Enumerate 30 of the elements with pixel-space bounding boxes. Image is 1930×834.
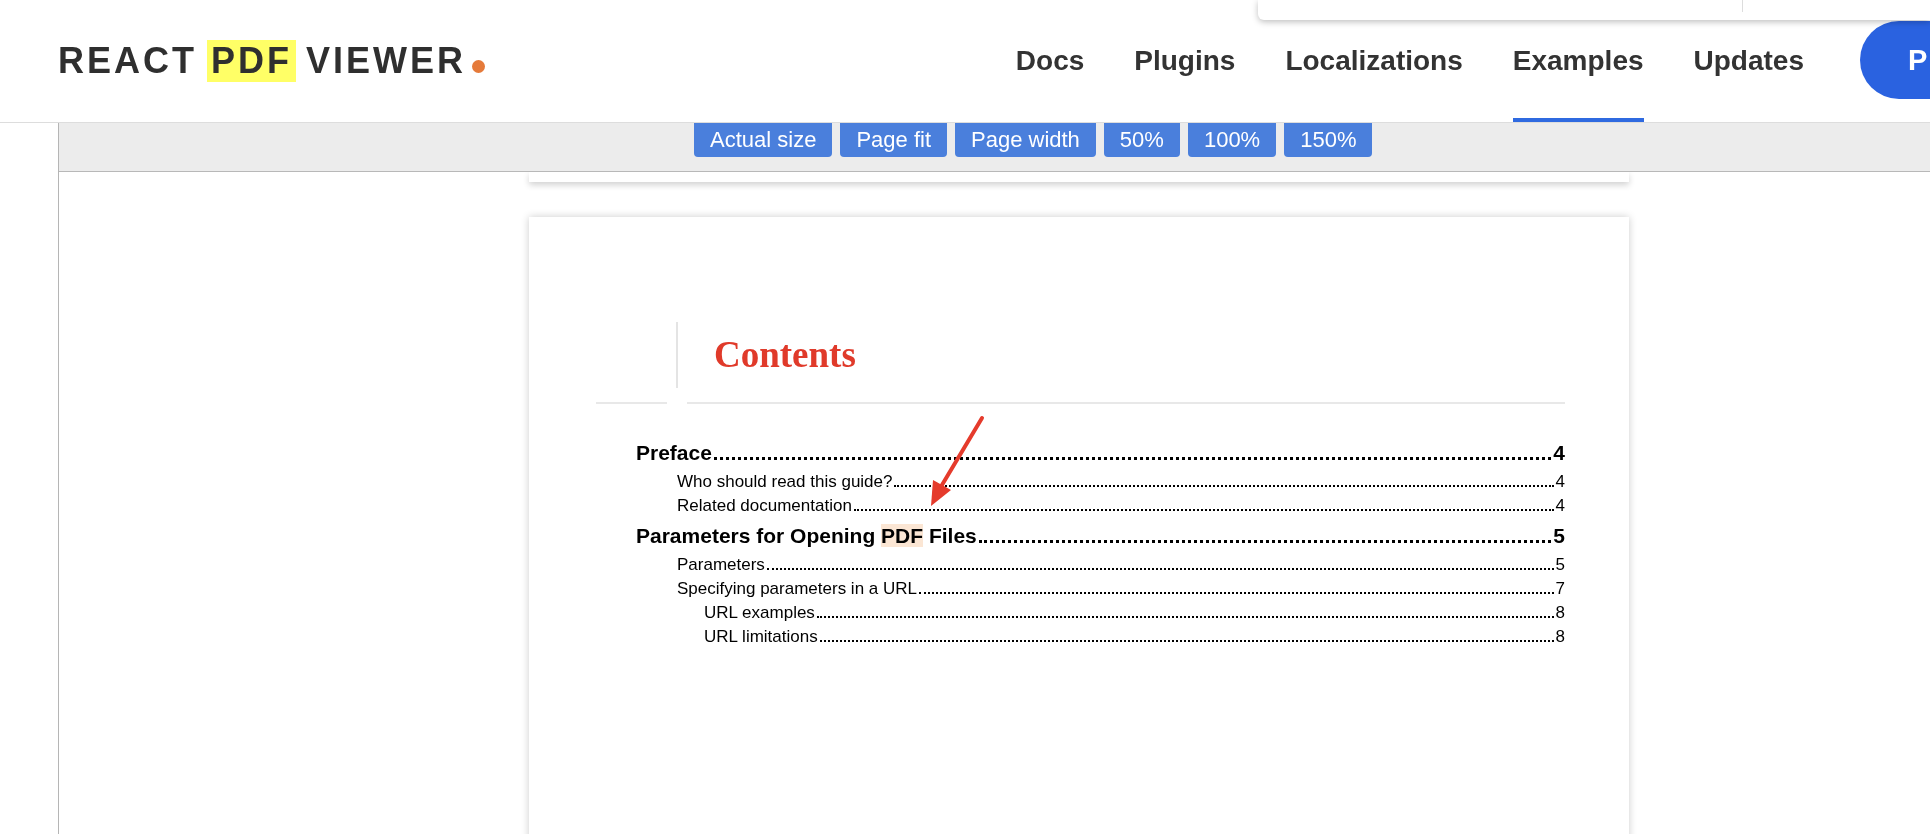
logo-text[interactable]: VIEWER	[306, 40, 466, 82]
toc-page-number: 4	[1555, 472, 1565, 492]
toc-page-number: 8	[1555, 603, 1565, 623]
nav-link[interactable]: Docs	[1015, 0, 1085, 122]
toc-entry-title[interactable]: Parameters	[677, 555, 765, 575]
toc-entry-title[interactable]: Who should read this guide?	[677, 472, 893, 492]
toc-entry-title[interactable]: Related documentation	[677, 496, 852, 516]
zoom-button[interactable]: 100%	[1187, 123, 1277, 157]
toc-entry-title[interactable]: URL limitations	[704, 627, 818, 647]
zoom-button[interactable]: Page fit	[840, 123, 947, 157]
nav-link[interactable]: Plugins	[1134, 0, 1236, 122]
toc-page-number: 5	[1555, 555, 1565, 575]
zoom-button[interactable]: 50%	[1103, 123, 1180, 157]
logo-text[interactable]: REACT	[58, 40, 197, 82]
toc-page-number: 4	[1555, 496, 1565, 516]
header-button[interactable]: P	[1860, 21, 1930, 99]
toc-page-number: 4	[1553, 441, 1565, 465]
toc-page-number: 5	[1553, 524, 1565, 548]
toc-entry-title[interactable]: Specifying parameters in a URL	[677, 579, 917, 599]
contents-heading: Contents	[714, 333, 856, 376]
toc-page-number: 7	[1555, 579, 1565, 599]
toc-entry-title[interactable]: URL examples	[704, 603, 815, 623]
zoom-button[interactable]: Page width	[955, 123, 1096, 157]
zoom-button[interactable]: Actual size	[694, 123, 833, 157]
logo-dot-icon	[472, 59, 485, 73]
toc-entry-title[interactable]: Preface	[636, 441, 712, 465]
toc-entry-title[interactable]: Parameters for Opening PDF Files	[636, 524, 977, 548]
toc-page-number: 8	[1555, 627, 1565, 647]
logo-text[interactable]: PDF	[207, 40, 296, 82]
zoom-button[interactable]: 150%	[1284, 123, 1373, 157]
